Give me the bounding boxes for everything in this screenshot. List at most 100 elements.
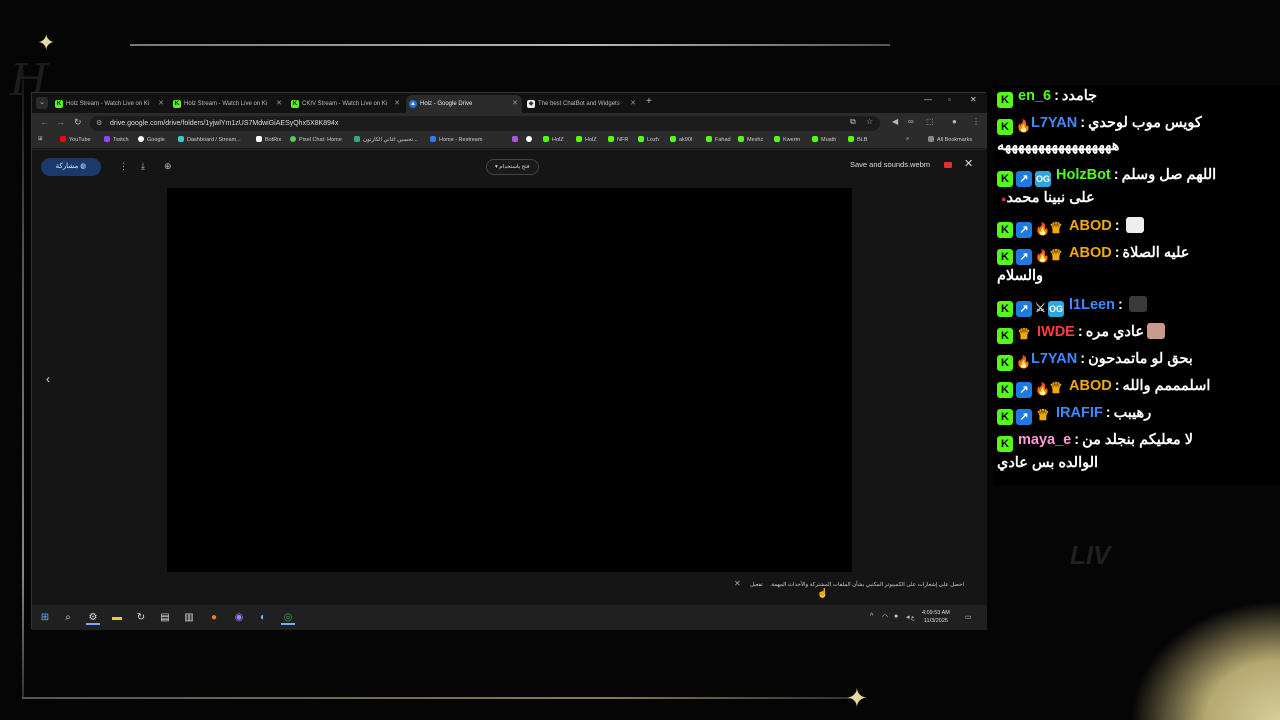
menu-icon[interactable]: ⋮ <box>972 117 980 126</box>
download-icon[interactable]: ⤓ <box>141 161 145 172</box>
close-tab-icon[interactable]: ✕ <box>630 95 636 113</box>
more-options-icon[interactable]: ⋮ <box>119 161 128 172</box>
browser-tab[interactable]: K Holz Stream - Watch Live on Ki ✕ <box>170 95 286 113</box>
app-icon[interactable]: ▤ <box>158 611 172 625</box>
wifi-icon[interactable]: ◠ <box>882 613 888 621</box>
chat-message: K ↗ ⚔ OG l1Leen: <box>997 294 1249 317</box>
video-player[interactable] <box>167 188 852 572</box>
chat-text: رهيبب <box>1113 405 1152 421</box>
chat-separator: : <box>1114 245 1120 261</box>
profile-avatar[interactable]: ● <box>952 117 957 126</box>
close-tab-icon[interactable]: ✕ <box>158 95 164 113</box>
bookmark-item[interactable]: BLB <box>848 136 867 143</box>
chat-text: بحق لو ماتمدحون <box>1088 351 1193 367</box>
maximize-icon[interactable]: ▫ <box>948 95 951 104</box>
chat-text-continued: هههههههههههههههههه <box>997 138 1120 154</box>
extension-icon[interactable]: ∞ <box>908 117 914 126</box>
time: 4:09:53 AM <box>922 610 950 616</box>
crown-badge-icon: ♛ <box>1049 247 1063 264</box>
notification-text: احصل على إشعارات على الكمبيوتر المكتبي ب… <box>769 582 964 588</box>
bookmark-item[interactable] <box>526 136 535 143</box>
forward-icon[interactable]: → <box>56 117 65 127</box>
add-to-drive-icon[interactable]: ⊕ <box>164 161 172 172</box>
close-tab-icon[interactable]: ✕ <box>276 95 282 113</box>
enable-notifications-button[interactable]: تفعيل <box>750 582 763 588</box>
notifications-icon[interactable]: ▭ <box>965 613 972 621</box>
chat-username: HolzBot <box>1056 167 1111 183</box>
browser-tab-active[interactable]: ▲ Holz - Google Drive ✕ <box>406 95 522 113</box>
overlay-left-line <box>22 70 24 698</box>
file-name: Save and sounds.webm <box>850 160 931 169</box>
crown-badge-icon: ♛ <box>1049 220 1063 237</box>
app-icon[interactable]: ⚙ <box>86 611 100 625</box>
bookmark-item[interactable]: YouTube <box>60 136 91 143</box>
bookmark-item[interactable]: HolZ <box>543 136 564 143</box>
chat-message: Ken_6: جامدد <box>997 85 1249 108</box>
close-icon[interactable]: ✕ <box>734 579 741 588</box>
overlay-watermark: LIV <box>1070 540 1111 570</box>
volume-icon[interactable]: ◂ <box>906 613 910 621</box>
open-with-dropdown[interactable]: ▾ فتح باستخدام <box>486 159 539 175</box>
file-explorer-icon[interactable]: ▬ <box>110 611 124 625</box>
close-icon[interactable]: ✕ <box>964 157 973 170</box>
language-indicator[interactable]: ع <box>911 614 915 621</box>
bookmark-item[interactable]: Meshz <box>738 136 763 143</box>
minimize-icon[interactable]: — <box>924 95 932 104</box>
bookmark-item[interactable]: Lozh <box>638 136 659 143</box>
extensions-icon[interactable]: ⬚ <box>926 117 934 126</box>
browser-tab[interactable]: ◆ The best ChatBot and Widgets ✕ <box>524 95 640 113</box>
browser-tab[interactable]: K Holz Stream - Watch Live on Ki ✕ <box>52 95 168 113</box>
bookmark-item[interactable]: NFR <box>608 136 628 143</box>
tab-bar: ⌄ K Holz Stream - Watch Live on Ki ✕ K H… <box>32 93 987 113</box>
chat-username: IRAFIF <box>1056 405 1103 421</box>
bookmark-item[interactable]: Muath <box>812 136 836 143</box>
close-tab-icon[interactable]: ✕ <box>394 95 400 113</box>
kick-badge-icon: K <box>997 249 1013 265</box>
chat-text-continued: الوالده بس عادي <box>997 455 1099 471</box>
browser-tab[interactable]: K CKIV Stream - Watch Live on Ki ✕ <box>288 95 404 113</box>
bookmark-star-icon[interactable]: ☆ <box>866 117 873 126</box>
app-icon[interactable]: ▥ <box>182 611 196 625</box>
bookmark-item[interactable]: BotRix <box>256 136 281 143</box>
close-tab-icon[interactable]: ✕ <box>512 95 518 113</box>
reload-icon[interactable]: ↻ <box>74 117 82 128</box>
botrix-icon: ◆ <box>527 100 535 108</box>
bookmark-item[interactable]: ak90l <box>670 136 692 143</box>
tab-search-icon[interactable]: ⌄ <box>36 97 48 109</box>
fire-badge-icon: 🔥 <box>1035 222 1050 236</box>
bookmark-item[interactable]: Twitch <box>104 136 129 143</box>
bookmark-item[interactable]: تحسين اغاني الكارتون... <box>354 136 418 143</box>
address-bar[interactable]: ⚙ drive.google.com/drive/folders/1yjwlYm… <box>90 116 880 131</box>
site-info-icon[interactable]: ⚙ <box>96 116 102 131</box>
bookmark-item[interactable]: HolZ <box>576 136 597 143</box>
bookmark-item[interactable]: Home - Restream <box>430 136 482 143</box>
mic-icon[interactable]: ● <box>894 613 898 620</box>
firefox-icon[interactable]: ● <box>207 611 221 625</box>
media-icon[interactable]: ◀ <box>892 117 898 126</box>
bookmark-item[interactable]: Kwerm <box>774 136 800 143</box>
bookmark-item[interactable]: Fahad <box>706 136 731 143</box>
share-button[interactable]: مشاركة ◍ <box>41 158 101 176</box>
bookmark-item[interactable]: Dashboard / Stream... <box>178 136 241 143</box>
steam-icon[interactable]: ◐ <box>256 611 270 625</box>
previous-file-icon[interactable]: ‹ <box>46 372 50 386</box>
chat-username: ABOD <box>1069 245 1112 261</box>
bookmark-item[interactable] <box>512 136 521 143</box>
taskbar-clock[interactable]: 4:09:53 AM 11/3/2025 <box>922 609 950 625</box>
apps-icon[interactable]: ⊞ <box>38 136 43 142</box>
close-window-icon[interactable]: ✕ <box>970 95 977 104</box>
app-icon[interactable]: ↻ <box>134 611 148 625</box>
app-icon[interactable]: ◉ <box>232 611 246 625</box>
new-tab-button[interactable]: + <box>646 96 652 107</box>
tray-chevron-icon[interactable]: ^ <box>870 613 873 620</box>
bookmark-item[interactable]: Pixel Chat: Home <box>290 136 342 143</box>
all-bookmarks[interactable]: All Bookmarks <box>928 136 972 143</box>
more-bookmarks-icon[interactable]: » <box>906 136 909 142</box>
bookmark-item[interactable]: Google <box>138 136 165 143</box>
chat-text: اللهم صل وسلم <box>1121 167 1217 183</box>
windows-start-icon[interactable]: ⊞ <box>38 611 52 625</box>
chrome-icon[interactable]: ◎ <box>281 611 295 625</box>
back-icon[interactable]: ← <box>40 117 49 127</box>
search-icon[interactable]: ⌕ <box>61 611 75 625</box>
install-icon[interactable]: ⧉ <box>850 117 856 127</box>
